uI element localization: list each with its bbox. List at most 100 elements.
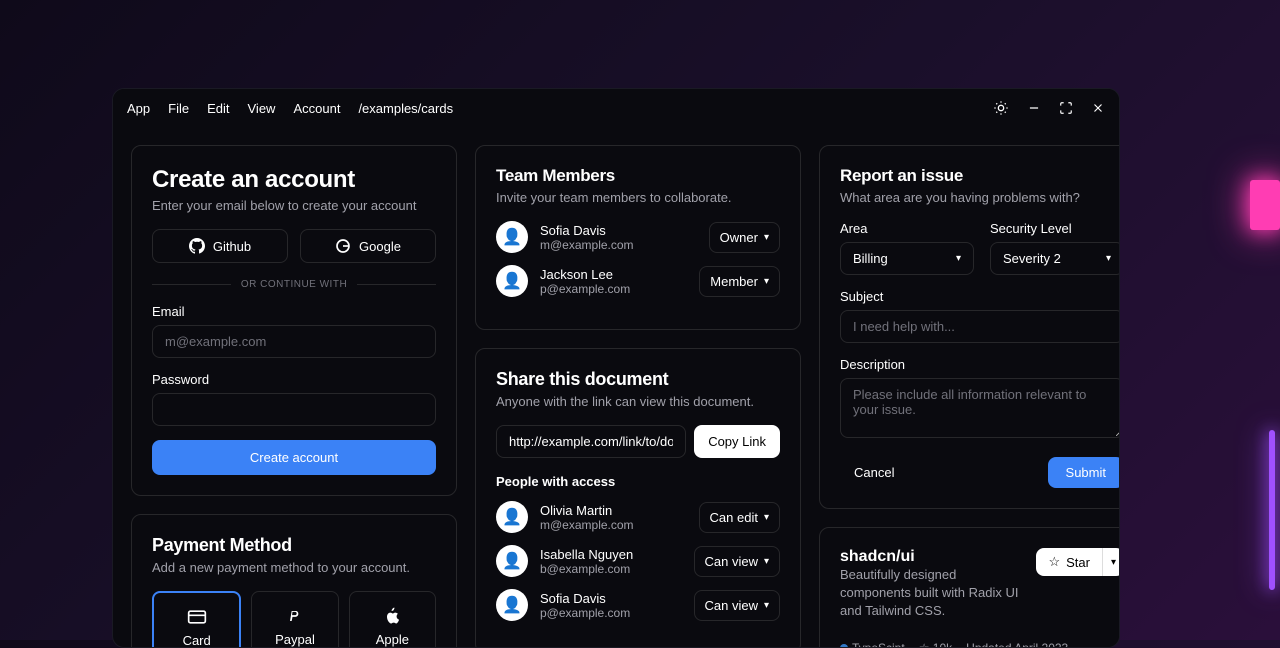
divider-text: OR CONTINUE WITH [241,279,347,290]
payment-card-label: Card [183,633,211,648]
close-icon[interactable] [1091,101,1105,115]
google-button[interactable]: Google [300,229,436,263]
menu-path[interactable]: /examples/cards [358,101,453,116]
github-button[interactable]: Github [152,229,288,263]
access-person-row: 👤 Sofia Davis p@example.com Can view ▾ [496,589,780,621]
payment-desc: Add a new payment method to your account… [152,560,436,575]
severity-select[interactable]: Severity 2 ▾ [990,242,1120,275]
area-label: Area [840,221,974,236]
repo-desc: Beautifully designed components built wi… [840,566,1020,621]
issue-desc: What area are you having problems with? [840,190,1120,205]
create-account-button[interactable]: Create account [152,440,436,475]
member-email: m@example.com [540,238,697,252]
severity-label: Security Level [990,221,1120,236]
card-icon [187,607,207,627]
menu-app[interactable]: App [127,101,150,116]
avatar: 👤 [496,265,528,297]
access-person-row: 👤 Olivia Martin m@example.com Can edit ▾ [496,501,780,533]
repo-stars: ☆ 10k [919,641,952,648]
chevron-down-icon: ▾ [956,253,961,264]
team-member-row: 👤 Sofia Davis m@example.com Owner ▾ [496,221,780,253]
create-account-desc: Enter your email below to create your ac… [152,198,436,213]
role-select[interactable]: Owner ▾ [709,222,780,253]
payment-option-apple[interactable]: Apple [349,591,436,648]
star-button[interactable]: ☆ Star [1036,548,1102,576]
github-label: Github [213,239,251,254]
member-email: p@example.com [540,282,687,296]
payment-title: Payment Method [152,535,436,556]
permission-select[interactable]: Can edit ▾ [699,502,780,533]
team-desc: Invite your team members to collaborate. [496,190,780,205]
person-email: m@example.com [540,518,687,532]
chevron-down-icon: ▾ [764,512,769,523]
share-desc: Anyone with the link can view this docum… [496,394,780,409]
star-icon: ☆ [1048,554,1060,570]
chevron-down-icon: ▾ [764,556,769,567]
create-account-title: Create an account [152,166,436,194]
role-select[interactable]: Member ▾ [699,266,780,297]
menu-edit[interactable]: Edit [207,101,229,116]
create-account-card: Create an account Enter your email below… [131,145,457,496]
menu-view[interactable]: View [248,101,276,116]
access-person-row: 👤 Isabella Nguyen b@example.com Can view… [496,545,780,577]
permission-select[interactable]: Can view ▾ [694,590,781,621]
theme-toggle-icon[interactable] [993,100,1009,116]
repo-updated: Updated April 2023 [966,641,1068,648]
neon-decoration-2 [1269,430,1275,590]
email-input[interactable] [152,325,436,358]
star-dropdown[interactable]: ▾ [1102,548,1120,576]
repo-card: shadcn/ui Beautifully designed component… [819,527,1120,648]
repo-name: shadcn/ui [840,548,1020,566]
description-label: Description [840,357,1120,372]
apple-icon [382,606,402,626]
submit-button[interactable]: Submit [1048,457,1120,488]
chevron-down-icon: ▾ [764,232,769,243]
member-name: Sofia Davis [540,223,697,238]
team-members-card: Team Members Invite your team members to… [475,145,801,330]
person-name: Olivia Martin [540,503,687,518]
repo-language: TypeScipt [840,641,905,648]
team-title: Team Members [496,166,780,186]
person-email: b@example.com [540,562,682,576]
permission-select[interactable]: Can view ▾ [694,546,781,577]
person-name: Sofia Davis [540,591,682,606]
report-issue-card: Report an issue What area are you having… [819,145,1120,509]
chevron-down-icon: ▾ [764,600,769,611]
maximize-icon[interactable] [1059,101,1073,115]
subject-input[interactable] [840,310,1120,343]
password-label: Password [152,372,436,387]
avatar: 👤 [496,545,528,577]
cancel-button[interactable]: Cancel [840,457,908,488]
person-name: Isabella Nguyen [540,547,682,562]
description-textarea[interactable] [840,378,1120,438]
password-input[interactable] [152,393,436,426]
chevron-down-icon: ▾ [1111,557,1116,568]
menu-file[interactable]: File [168,101,189,116]
payment-method-card: Payment Method Add a new payment method … [131,514,457,648]
neon-decoration [1250,180,1280,230]
chevron-down-icon: ▾ [764,276,769,287]
member-name: Jackson Lee [540,267,687,282]
payment-option-paypal[interactable]: Paypal [251,591,338,648]
chevron-down-icon: ▾ [1106,253,1111,264]
menu-account[interactable]: Account [293,101,340,116]
avatar: 👤 [496,589,528,621]
google-icon [335,238,351,254]
avatar: 👤 [496,501,528,533]
issue-title: Report an issue [840,166,1120,186]
avatar: 👤 [496,221,528,253]
paypal-icon [285,606,305,626]
app-window: App File Edit View Account /examples/car… [112,88,1120,648]
menu-bar: App File Edit View Account /examples/car… [113,89,1119,127]
payment-option-card[interactable]: Card [152,591,241,648]
people-access-heading: People with access [496,474,780,489]
share-title: Share this document [496,369,780,390]
google-label: Google [359,239,401,254]
minimize-icon[interactable] [1027,101,1041,115]
copy-link-button[interactable]: Copy Link [694,425,780,458]
email-label: Email [152,304,436,319]
area-select[interactable]: Billing ▾ [840,242,974,275]
share-link-input[interactable] [496,425,686,458]
subject-label: Subject [840,289,1120,304]
github-icon [189,238,205,254]
